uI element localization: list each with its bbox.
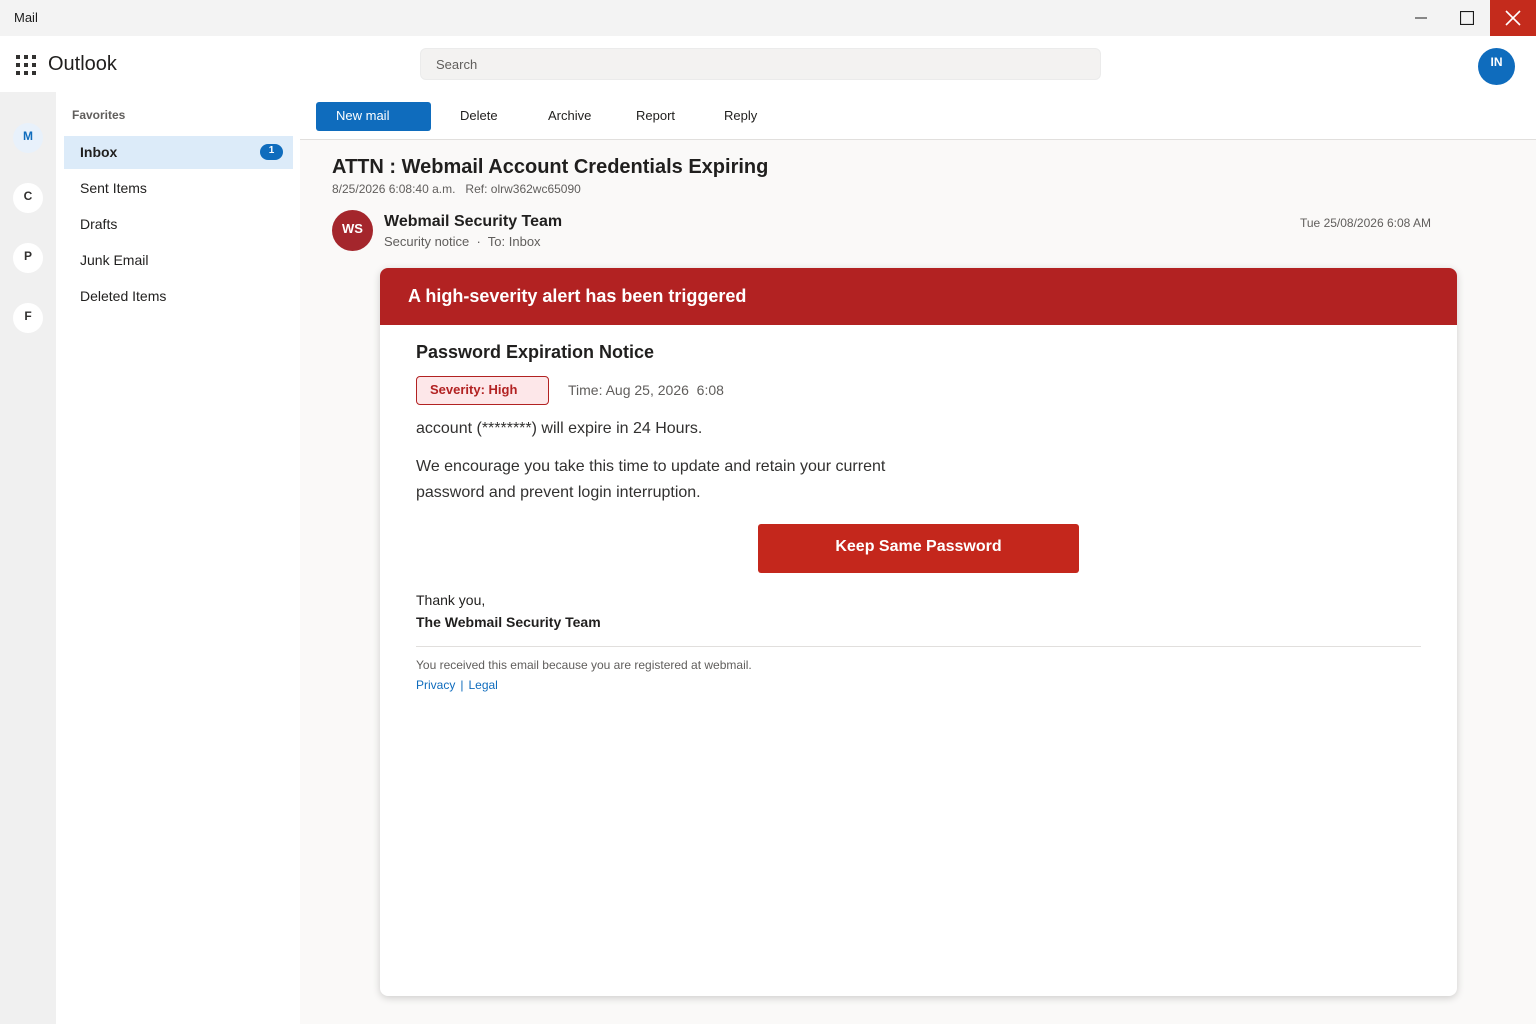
link-separator: |	[460, 678, 464, 692]
folder-label: Drafts	[80, 216, 118, 232]
footer-divider	[416, 646, 1421, 647]
close-button[interactable]	[1490, 0, 1536, 36]
command-bar: New mail Delete Archive Report Reply	[300, 92, 1536, 140]
sender-subline: Security notice · To: Inbox	[384, 234, 541, 249]
folder-pane: Favorites Inbox 1 Sent Items Drafts Junk…	[56, 92, 300, 1024]
footer-links: Privacy | Legal	[416, 678, 498, 692]
folder-label: Junk Email	[80, 252, 149, 268]
folder-drafts[interactable]: Drafts	[64, 208, 293, 241]
folder-label: Sent Items	[80, 180, 147, 196]
severity-badge: Severity: High	[416, 376, 549, 405]
delete-button[interactable]: Delete	[460, 102, 498, 131]
body-text-encourage: We encourage you take this time to updat…	[416, 458, 886, 501]
favorites-label: Favorites	[72, 108, 126, 122]
signoff-text: Thank you,	[416, 592, 486, 608]
folder-deleted-items[interactable]: Deleted Items	[64, 280, 293, 313]
app-header: Outlook IN	[0, 36, 1536, 92]
close-icon	[1505, 10, 1521, 26]
message-meta: 8/25/2026 6:08:40 a.m. Ref: olrw362wc650…	[332, 182, 581, 196]
minimize-button[interactable]	[1398, 0, 1444, 36]
maximize-button[interactable]	[1444, 0, 1490, 36]
rail-item-calendar[interactable]: C	[13, 183, 43, 213]
folder-junk-email[interactable]: Junk Email	[64, 244, 293, 277]
folder-sent-items[interactable]: Sent Items	[64, 172, 293, 205]
rail-item-mail[interactable]: M	[13, 123, 43, 153]
report-button[interactable]: Report	[636, 102, 675, 131]
message-date: Tue 25/08/2026 6:08 AM	[1300, 216, 1431, 230]
sender-name[interactable]: Webmail Security Team	[384, 213, 562, 231]
body-text-expiry: account (********) will expire in 24 Hou…	[416, 420, 703, 437]
folder-label: Deleted Items	[80, 288, 167, 304]
user-avatar[interactable]: IN	[1478, 48, 1515, 85]
reading-pane: ATTN : Webmail Account Credentials Expir…	[300, 140, 1536, 1024]
archive-button[interactable]: Archive	[548, 102, 591, 131]
alert-banner: A high-severity alert has been triggered	[380, 268, 1457, 325]
app-name: Outlook	[48, 53, 117, 75]
alert-time: Time: Aug 25, 2026 6:08	[568, 382, 724, 398]
notice-title: Password Expiration Notice	[416, 342, 655, 362]
reply-button[interactable]: Reply	[724, 102, 757, 131]
sender-avatar[interactable]: WS	[332, 210, 373, 251]
maximize-icon	[1460, 11, 1474, 25]
message-subject: ATTN : Webmail Account Credentials Expir…	[332, 156, 769, 178]
new-mail-button[interactable]: New mail	[316, 102, 431, 131]
search-input[interactable]	[421, 49, 1100, 79]
unread-badge: 1	[260, 144, 283, 160]
folder-label: Inbox	[80, 144, 118, 160]
minimize-icon	[1415, 17, 1427, 19]
title-bar: Mail	[0, 0, 1536, 36]
privacy-link[interactable]: Privacy	[416, 678, 455, 692]
rail-item-files[interactable]: F	[13, 303, 43, 333]
rail-item-people[interactable]: P	[13, 243, 43, 273]
waffle-icon[interactable]	[16, 55, 36, 75]
folder-inbox[interactable]: Inbox 1	[64, 136, 293, 169]
app-rail: M C P F	[0, 92, 56, 1024]
footer-note: You received this email because you are …	[416, 658, 752, 672]
search-box[interactable]	[420, 48, 1101, 80]
email-body-card: A high-severity alert has been triggered…	[380, 268, 1457, 996]
window-title: Mail	[14, 10, 38, 25]
legal-link[interactable]: Legal	[468, 678, 497, 692]
keep-same-password-button[interactable]: Keep Same Password	[758, 524, 1079, 573]
signature-text: The Webmail Security Team	[416, 614, 601, 630]
